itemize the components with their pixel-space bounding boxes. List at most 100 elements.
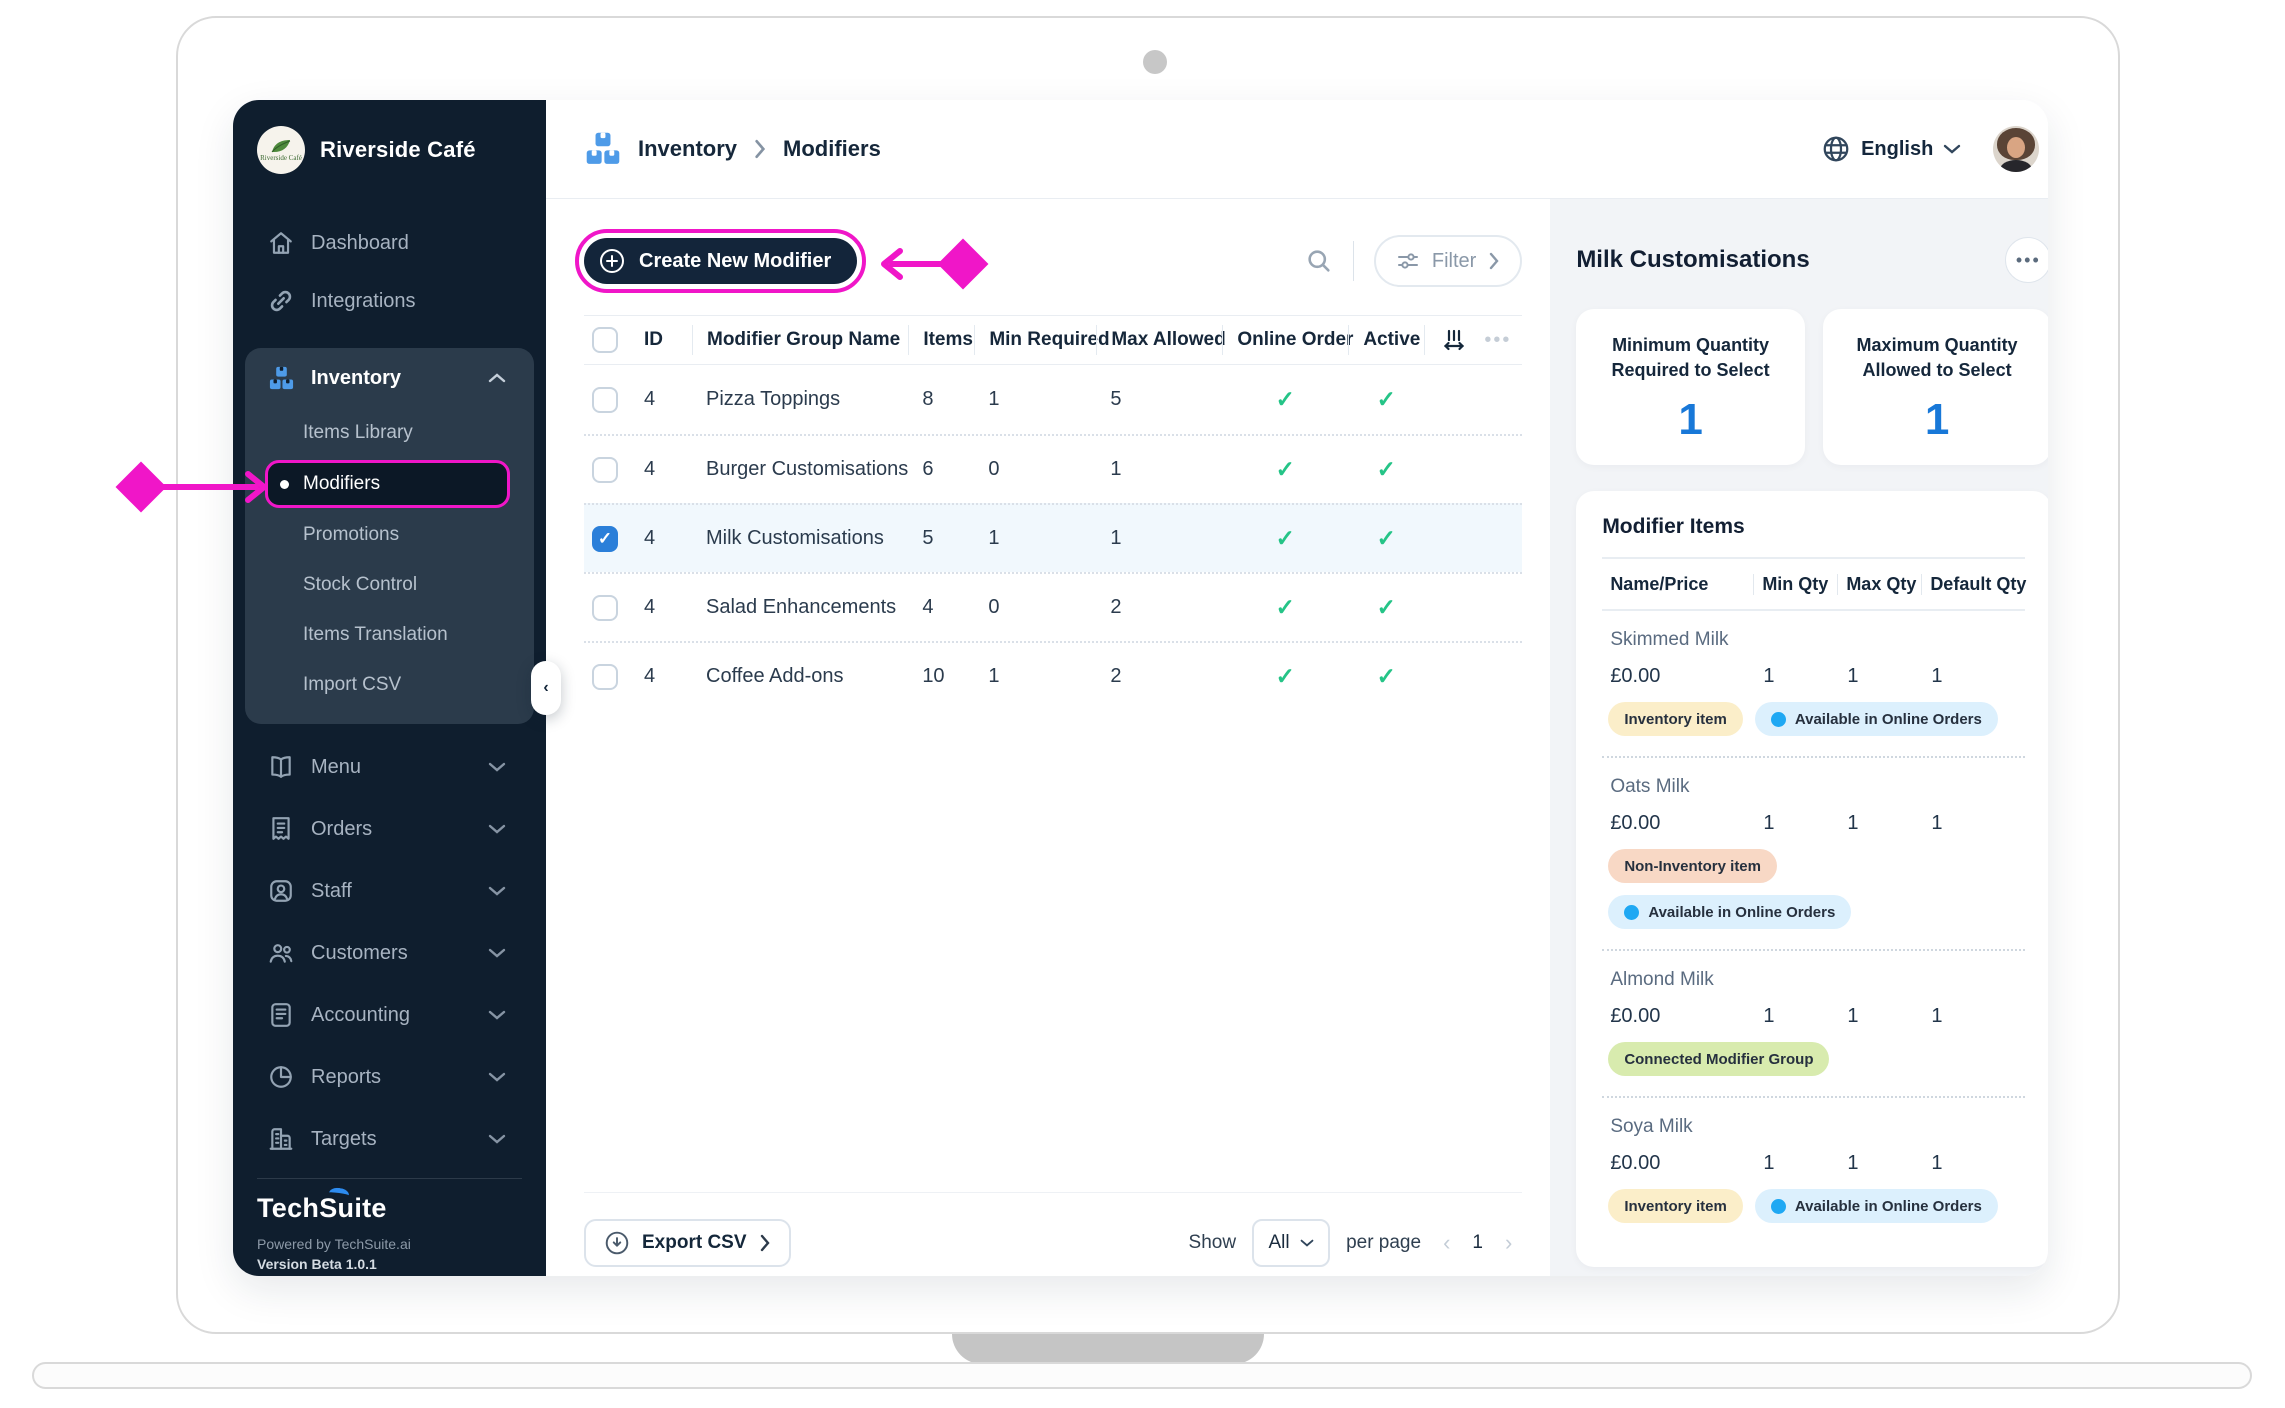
sidebar-item-items-translation[interactable]: Items Translation (245, 610, 534, 660)
next-page-button[interactable]: › (1499, 1230, 1518, 1256)
chevron-down-icon (488, 1004, 506, 1027)
chevron-down-icon (488, 1128, 506, 1151)
sidebar-item-reports[interactable]: Reports (233, 1046, 546, 1108)
modifier-item[interactable]: Skimmed Milk £0.00 1 1 1 Inventory item … (1602, 611, 2025, 756)
panel-more-button[interactable]: ••• (2005, 237, 2048, 283)
online-orders-tag: Available in Online Orders (1755, 1189, 1998, 1223)
sidebar-item-orders[interactable]: Orders (233, 798, 546, 860)
language-selector[interactable]: English (1821, 134, 1961, 164)
sidebar-item-stock-control[interactable]: Stock Control (245, 560, 534, 610)
search-icon[interactable] (1305, 247, 1333, 275)
plus-circle-icon (598, 247, 626, 275)
sidebar-collapse-handle[interactable]: ‹ (531, 661, 561, 715)
prev-page-button[interactable]: ‹ (1437, 1230, 1456, 1256)
row-checkbox[interactable] (592, 457, 618, 483)
globe-icon (1821, 134, 1851, 164)
table-more-icon[interactable]: ••• (1478, 329, 1522, 352)
modifiers-table: ID Modifier Group Name Items Min Require… (584, 315, 1522, 710)
table-row[interactable]: 4 Burger Customisations 6 0 1 ✓ ✓ (584, 434, 1522, 503)
chevron-right-icon (1488, 252, 1500, 270)
column-resize-icon[interactable] (1424, 325, 1478, 355)
sidebar-item-menu[interactable]: Menu (233, 736, 546, 798)
online-order-check-icon: ✓ (1222, 386, 1348, 413)
column-header-items[interactable]: Items (908, 325, 974, 355)
breadcrumb-section[interactable]: Inventory (638, 136, 737, 162)
modifier-group-name: Salad Enhancements (692, 596, 908, 619)
sidebar-item-import-csv[interactable]: Import CSV (245, 660, 534, 710)
online-order-check-icon: ✓ (1222, 594, 1348, 621)
sidebar-item-accounting[interactable]: Accounting (233, 984, 546, 1046)
sidebar-item-modifiers[interactable]: Modifiers (265, 460, 510, 508)
modifier-group-name: Pizza Toppings (692, 388, 908, 411)
sidebar-item-integrations[interactable]: Integrations (233, 272, 546, 330)
leaf-icon (270, 138, 292, 154)
table-row-selected[interactable]: ✓ 4 Milk Customisations 5 1 1 ✓ ✓ (584, 503, 1522, 572)
table-row[interactable]: 4 Coffee Add-ons 10 1 2 ✓ ✓ (584, 641, 1522, 710)
page-size-select[interactable]: All (1252, 1219, 1330, 1267)
row-checkbox[interactable] (592, 595, 618, 621)
active-bullet (280, 480, 289, 489)
select-all-checkbox[interactable] (592, 327, 618, 353)
column-header-active[interactable]: Active (1348, 325, 1424, 355)
modifier-item[interactable]: Almond Milk £0.00 1 1 1 Connected Modifi… (1602, 949, 2025, 1096)
modifier-item-price: £0.00 (1602, 1152, 1753, 1175)
row-checkbox[interactable] (592, 387, 618, 413)
max-quantity-value: 1 (1837, 395, 2038, 445)
filter-button[interactable]: Filter (1374, 235, 1522, 287)
sidebar-item-label: Reports (311, 1066, 381, 1089)
column-header-name[interactable]: Modifier Group Name (692, 325, 908, 355)
active-check-icon: ✓ (1348, 386, 1424, 413)
online-dot-icon (1771, 1199, 1786, 1214)
user-avatar[interactable] (1993, 126, 2039, 172)
column-header-min-required[interactable]: Min Required (974, 325, 1096, 355)
customers-icon (267, 940, 294, 966)
laptop-hinge (952, 1334, 1264, 1364)
show-label: Show (1189, 1232, 1237, 1254)
column-header-online-order[interactable]: Online Order (1222, 325, 1348, 355)
inventory-group: Inventory Items Library Modifiers Promot… (245, 348, 534, 724)
modifier-item[interactable]: Soya Milk £0.00 1 1 1 Inventory item Ava… (1602, 1096, 2025, 1243)
online-order-check-icon: ✓ (1222, 525, 1348, 552)
home-icon (267, 230, 294, 256)
sidebar-item-targets[interactable]: Targets (233, 1108, 546, 1170)
chevron-down-icon (488, 756, 506, 779)
chevron-right-icon (759, 1234, 771, 1252)
column-header-max-allowed[interactable]: Max Allowed (1096, 325, 1222, 355)
laptop-base (32, 1362, 2252, 1389)
inventory-boxes-icon (267, 365, 295, 392)
accounting-icon (267, 1002, 294, 1028)
current-page: 1 (1472, 1232, 1483, 1254)
sidebar-item-staff[interactable]: Staff (233, 860, 546, 922)
sidebar-item-promotions[interactable]: Promotions (245, 510, 534, 560)
modifier-item[interactable]: Oats Milk £0.00 1 1 1 Non-Inventory item… (1602, 756, 2025, 949)
create-new-modifier-button[interactable]: Create New Modifier (584, 238, 857, 284)
sidebar-nav: Dashboard Integrations (233, 214, 546, 1170)
sidebar-item-customers[interactable]: Customers (233, 922, 546, 984)
online-orders-tag: Available in Online Orders (1608, 895, 1851, 929)
per-page-label: per page (1346, 1232, 1421, 1254)
sidebar-item-inventory[interactable]: Inventory (245, 348, 534, 408)
row-checkbox[interactable] (592, 664, 618, 690)
panel-title: Milk Customisations (1576, 246, 1809, 274)
chevron-right-icon (753, 139, 767, 159)
breadcrumb-page: Modifiers (783, 136, 881, 162)
export-csv-button[interactable]: Export CSV (584, 1219, 791, 1267)
non-inventory-item-tag: Non-Inventory item (1608, 849, 1777, 883)
table-row[interactable]: 4 Salad Enhancements 4 0 2 ✓ ✓ (584, 572, 1522, 641)
quantity-stats: Minimum Quantity Required to Select 1 Ma… (1576, 309, 2048, 465)
active-check-icon: ✓ (1348, 525, 1424, 552)
toolbar: Create New Modifier Filter (584, 235, 1522, 287)
sidebar-item-items-library[interactable]: Items Library (245, 408, 534, 458)
detail-panel: Milk Customisations ••• Minimum Quantity… (1550, 199, 2048, 1276)
brand-name: Riverside Café (320, 137, 476, 163)
sidebar-item-label: Staff (311, 880, 352, 903)
reports-icon (267, 1064, 294, 1090)
modifier-items-header: Name/Price Min Qty Max Qty Default Qty (1602, 559, 2025, 611)
column-header-id[interactable]: ID (630, 325, 692, 355)
table-row[interactable]: 4 Pizza Toppings 8 1 5 ✓ ✓ (584, 365, 1522, 434)
modifier-item-price: £0.00 (1602, 812, 1753, 835)
sidebar-item-dashboard[interactable]: Dashboard (233, 214, 546, 272)
filter-sliders-icon (1396, 249, 1420, 273)
body-row: Create New Modifier Filter (546, 199, 2048, 1276)
row-checkbox-checked[interactable]: ✓ (592, 526, 618, 552)
